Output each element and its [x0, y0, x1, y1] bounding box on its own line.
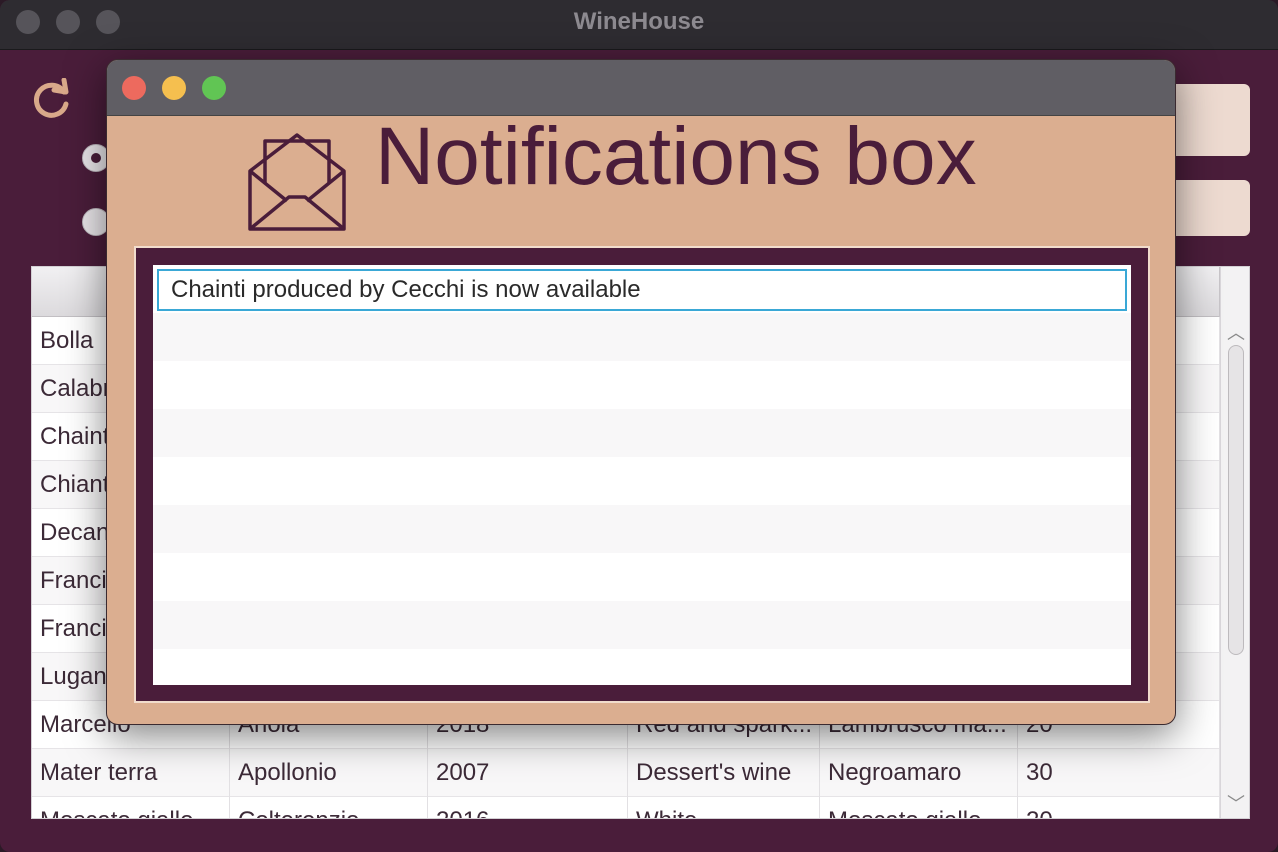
window-title: WineHouse	[573, 8, 705, 35]
refresh-icon[interactable]	[28, 78, 74, 124]
table-cell: Dessert's wine	[628, 749, 820, 797]
notification-empty-row[interactable]	[153, 457, 1131, 505]
chevron-down-icon[interactable]: ﹀	[1227, 790, 1245, 816]
dialog-zoom-button[interactable]	[202, 76, 226, 100]
main-titlebar: WineHouse	[0, 0, 1278, 50]
table-cell: Mater terra	[32, 749, 230, 797]
table-cell: Negroamaro	[820, 749, 1018, 797]
notification-empty-row[interactable]	[153, 601, 1131, 649]
table-cell: Colterenzio	[230, 797, 428, 818]
notification-empty-row[interactable]	[153, 505, 1131, 553]
table-scrollbar[interactable]: ︿ ﹀	[1220, 267, 1249, 818]
table-cell: White	[628, 797, 820, 818]
table-row[interactable]: Mater terra Apollonio 2007 Dessert's wine Ne…	[32, 749, 1220, 797]
scroll-thumb[interactable]	[1228, 345, 1244, 655]
table-cell: 2007	[428, 749, 628, 797]
notification-empty-row[interactable]	[153, 649, 1131, 685]
table-cell: 2016	[428, 797, 628, 818]
notification-empty-row[interactable]	[153, 361, 1131, 409]
table-cell: Apollonio	[230, 749, 428, 797]
table-row[interactable]: Moscato gialloColterenzio2016WhiteMoscat…	[32, 797, 1220, 818]
notifications-list[interactable]: Chainti produced by Cecchi is now availa…	[153, 265, 1131, 685]
table-cell: Moscato giallo	[32, 797, 230, 818]
open-envelope-icon	[248, 133, 346, 231]
notification-empty-row[interactable]	[153, 409, 1131, 457]
notification-item[interactable]: Chainti produced by Cecchi is now availa…	[157, 269, 1127, 311]
notification-empty-row[interactable]	[153, 313, 1131, 361]
table-cell: 20	[1018, 797, 1220, 818]
dialog-heading: Notifications box	[375, 111, 977, 202]
table-cell: Moscato giallo	[820, 797, 1018, 818]
table-cell: 30	[1018, 749, 1220, 797]
dialog-close-button[interactable]	[122, 76, 146, 100]
chevron-up-icon[interactable]: ︿	[1227, 319, 1245, 345]
notifications-panel: Chainti produced by Cecchi is now availa…	[134, 246, 1150, 703]
dialog-titlebar	[107, 60, 1175, 116]
dialog-minimize-button[interactable]	[162, 76, 186, 100]
notifications-dialog: Notifications box Chainti produced by Ce…	[106, 59, 1176, 725]
notification-empty-row[interactable]	[153, 553, 1131, 601]
